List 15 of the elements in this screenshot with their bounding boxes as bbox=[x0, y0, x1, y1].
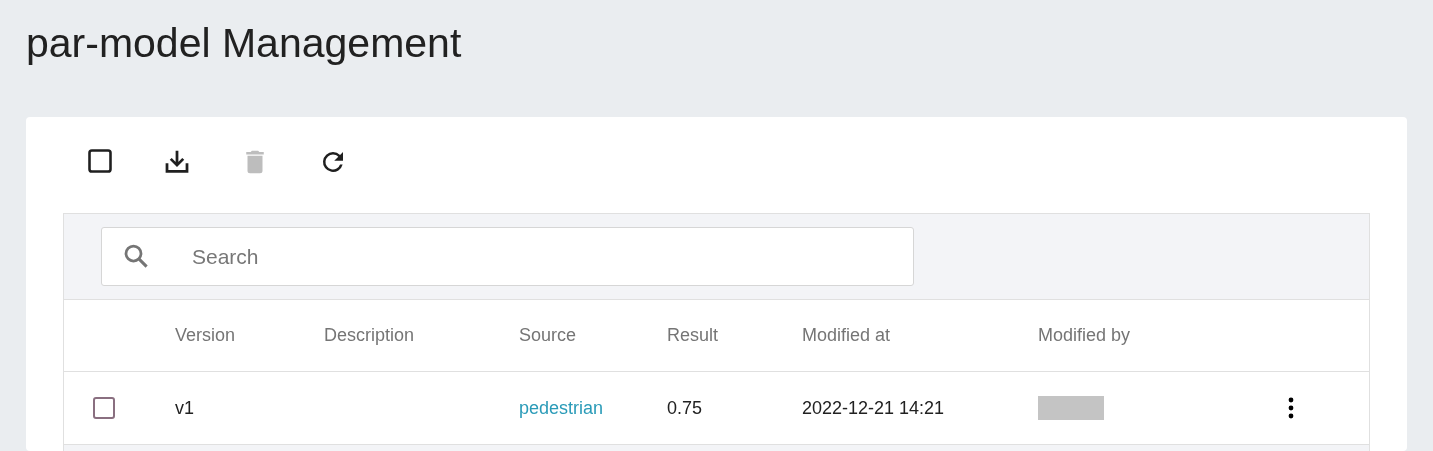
row-checkbox[interactable] bbox=[93, 397, 115, 419]
page-title: par-model Management bbox=[26, 19, 463, 68]
checkbox-icon[interactable] bbox=[86, 147, 114, 175]
more-icon[interactable] bbox=[1288, 397, 1294, 419]
column-header[interactable]: Description bbox=[324, 325, 415, 346]
column-header[interactable]: Source bbox=[519, 325, 577, 346]
search-field[interactable]: Search bbox=[101, 227, 914, 286]
table-cell: 0.75 bbox=[667, 397, 703, 419]
table-cell: 2022-12-21 14:21 bbox=[802, 397, 945, 419]
table-cell: v1 bbox=[175, 397, 194, 419]
source-link[interactable]: pedestrian bbox=[519, 397, 604, 419]
column-header[interactable]: Modified at bbox=[802, 325, 891, 346]
column-header[interactable]: Version bbox=[175, 325, 236, 346]
column-header[interactable]: Modified by bbox=[1038, 325, 1131, 346]
column-header[interactable]: Result bbox=[667, 325, 719, 346]
